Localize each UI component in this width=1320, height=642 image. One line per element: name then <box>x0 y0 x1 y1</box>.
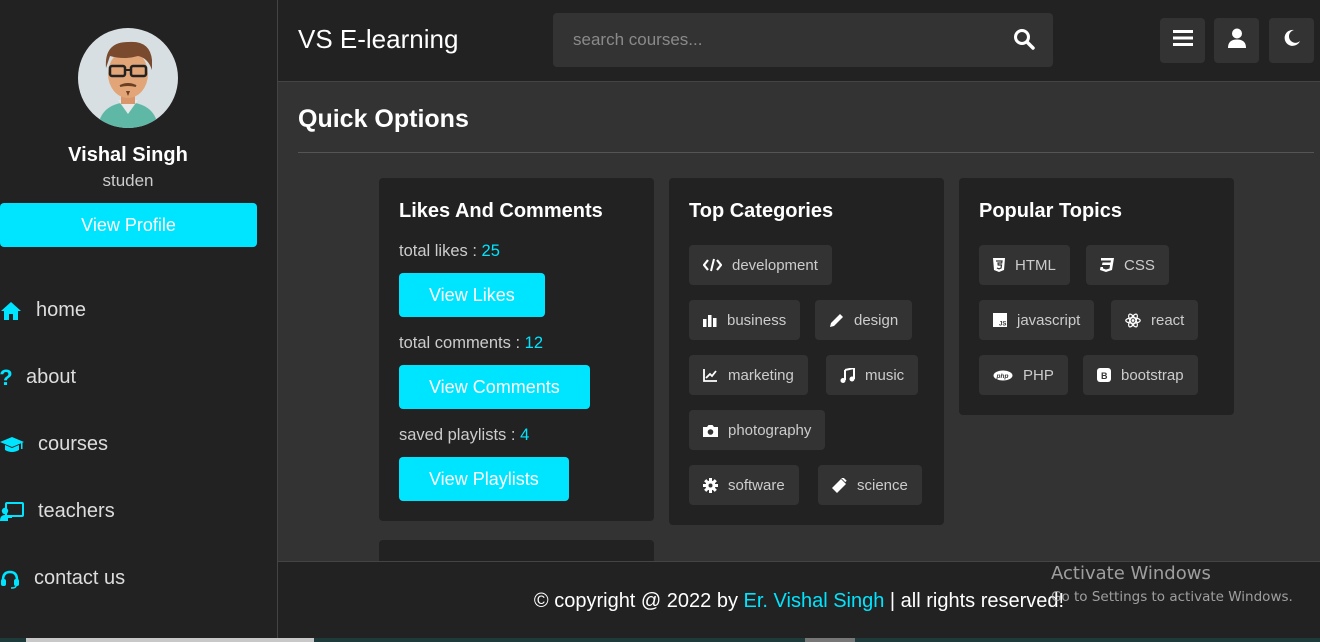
music-icon <box>840 367 855 383</box>
user-button[interactable] <box>1214 18 1259 63</box>
popular-topics-card: Popular Topics HTML CSS JS javascript re… <box>959 178 1234 415</box>
sidebar-item-label: courses <box>38 433 109 455</box>
page-title: Quick Options <box>298 105 469 133</box>
moon-icon <box>1283 29 1301 52</box>
chip-label: bootstrap <box>1121 366 1184 384</box>
chip-label: javascript <box>1017 311 1081 329</box>
category-science[interactable]: science <box>818 465 922 505</box>
topic-react[interactable]: react <box>1111 300 1199 340</box>
category-photography[interactable]: photography <box>689 410 826 450</box>
css3-icon <box>1100 258 1114 272</box>
html5-icon <box>993 258 1005 272</box>
sidebar-nav: home ? about courses teachers contact us <box>0 277 270 612</box>
chip-label: music <box>865 366 905 384</box>
category-marketing[interactable]: marketing <box>689 355 808 395</box>
topic-html[interactable]: HTML <box>979 245 1070 285</box>
sidebar-item-label: home <box>36 299 87 321</box>
view-likes-button[interactable]: View Likes <box>399 273 545 317</box>
sidebar-item-home[interactable]: home <box>0 277 270 344</box>
line-chart-icon <box>703 369 717 382</box>
search-form <box>553 13 1053 67</box>
sidebar: Vishal Singh studen View Profile home ? … <box>0 0 278 642</box>
sidebar-item-label: teachers <box>38 500 115 522</box>
react-icon <box>1125 313 1141 327</box>
chip-label: business <box>727 311 787 329</box>
home-icon <box>0 301 22 321</box>
sidebar-item-courses[interactable]: courses <box>0 411 270 478</box>
topic-bootstrap[interactable]: B bootstrap <box>1083 355 1198 395</box>
sidebar-item-label: about <box>26 366 77 388</box>
topic-javascript[interactable]: JS javascript <box>979 300 1095 340</box>
chip-label: react <box>1151 311 1185 329</box>
camera-icon <box>703 424 718 437</box>
divider <box>298 152 1314 153</box>
category-development[interactable]: development <box>689 245 832 285</box>
graduation-cap-icon <box>0 435 24 455</box>
svg-text:JS: JS <box>999 322 1006 328</box>
chip-label: software <box>728 476 785 494</box>
gear-icon <box>703 477 718 493</box>
chip-label: marketing <box>728 366 794 384</box>
category-design[interactable]: design <box>815 300 913 340</box>
svg-text:php: php <box>996 373 1009 380</box>
topic-php[interactable]: php PHP <box>979 355 1068 395</box>
chip-label: CSS <box>1124 256 1155 274</box>
sidebar-item-label: contact us <box>34 567 126 589</box>
chalkboard-teacher-icon <box>0 501 24 522</box>
category-business[interactable]: business <box>689 300 801 340</box>
theme-toggle-button[interactable] <box>1269 18 1314 63</box>
card-title: Popular Topics <box>979 200 1122 222</box>
view-comments-button[interactable]: View Comments <box>399 365 590 409</box>
topic-css[interactable]: CSS <box>1086 245 1169 285</box>
profile-role: studen <box>102 171 154 190</box>
category-music[interactable]: music <box>826 355 919 395</box>
card-title: Likes And Comments <box>399 200 603 222</box>
code-icon <box>703 258 722 272</box>
chip-label: HTML <box>1015 256 1056 274</box>
chip-label: design <box>854 311 899 329</box>
javascript-icon: JS <box>993 313 1007 327</box>
category-software[interactable]: software <box>689 465 799 505</box>
sidebar-item-teachers[interactable]: teachers <box>0 478 270 545</box>
activate-windows-watermark: Activate Windows Go to Settings to activ… <box>1051 563 1293 605</box>
search-input[interactable] <box>553 13 993 67</box>
taskbar-strip <box>0 638 1320 642</box>
bootstrap-icon: B <box>1097 368 1111 382</box>
author-link[interactable]: Er. Vishal Singh <box>744 590 885 612</box>
logo[interactable]: VS E-learning <box>298 24 458 55</box>
chip-label: photography <box>728 421 812 439</box>
avatar[interactable] <box>78 28 178 128</box>
card-title: Top Categories <box>689 200 834 222</box>
view-playlists-button[interactable]: View Playlists <box>399 457 569 501</box>
saved-playlists-stat: saved playlists : 4 <box>399 426 530 444</box>
view-profile-button[interactable]: View Profile <box>0 203 257 247</box>
sidebar-item-about[interactable]: ? about <box>0 344 270 411</box>
vial-icon <box>832 477 847 493</box>
top-categories-card: Top Categories development business desi… <box>669 178 944 525</box>
pen-icon <box>830 313 843 327</box>
menu-icon <box>1172 30 1193 51</box>
menu-button[interactable] <box>1160 18 1205 63</box>
search-icon[interactable] <box>1013 28 1037 52</box>
total-comments-stat: total comments : 12 <box>399 334 543 352</box>
question-icon: ? <box>0 364 13 390</box>
headset-icon <box>0 569 20 589</box>
profile-name: Vishal Singh <box>68 144 188 166</box>
chip-label: science <box>857 476 908 494</box>
chip-label: development <box>732 256 818 274</box>
header: VS E-learning <box>278 0 1320 82</box>
chip-label: PHP <box>1023 366 1054 384</box>
bar-chart-icon <box>703 315 717 327</box>
php-icon: php <box>993 370 1013 380</box>
sidebar-item-contact[interactable]: contact us <box>0 545 270 612</box>
user-icon <box>1227 28 1246 53</box>
likes-comments-card: Likes And Comments total likes : 25 View… <box>379 178 654 521</box>
total-likes-stat: total likes : 25 <box>399 242 500 260</box>
svg-text:B: B <box>1101 371 1108 381</box>
